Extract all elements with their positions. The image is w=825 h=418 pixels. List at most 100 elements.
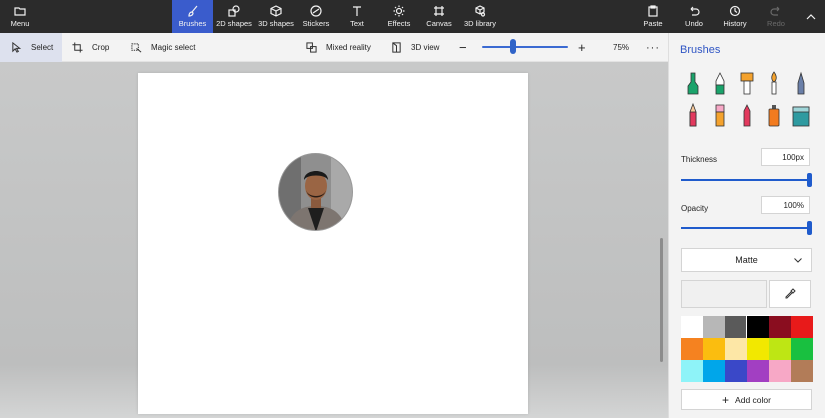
drawing-canvas[interactable] [138, 73, 528, 414]
select-button[interactable]: Select [0, 33, 62, 62]
color-swatch[interactable] [791, 316, 813, 338]
tab-2d-shapes[interactable]: 2D shapes [213, 0, 255, 33]
color-swatch[interactable] [703, 360, 725, 382]
paste-label: Paste [643, 19, 663, 28]
brush-spray-can[interactable] [765, 103, 783, 127]
undo-button[interactable]: Undo [680, 0, 708, 33]
brush-eraser[interactable] [711, 103, 729, 127]
material-value: Matte [735, 255, 758, 265]
tab-stickers[interactable]: Stickers [298, 0, 334, 33]
watercolor-icon [771, 71, 777, 95]
more-options-button[interactable]: ··· [646, 33, 660, 62]
fill-bucket-icon [792, 106, 810, 127]
tab-3d-shapes[interactable]: 3D shapes [255, 0, 297, 33]
menu-label: Menu [10, 19, 30, 28]
crop-button[interactable]: Crop [72, 33, 109, 62]
folder-icon [14, 7, 26, 16]
eyedropper-button[interactable] [769, 280, 811, 308]
color-palette [681, 315, 813, 382]
plus-icon: + [578, 40, 586, 55]
person-photo-icon [279, 154, 352, 230]
color-swatch[interactable] [681, 338, 703, 360]
color-swatch[interactable] [769, 316, 791, 338]
color-swatch[interactable] [681, 360, 703, 382]
paste-icon [648, 5, 658, 17]
zoom-out-button[interactable]: − [459, 33, 467, 62]
color-swatch[interactable] [791, 360, 813, 382]
color-swatch[interactable] [725, 316, 747, 338]
menu-button[interactable]: Menu [6, 0, 34, 33]
thickness-slider-thumb[interactable] [807, 173, 812, 187]
add-color-button[interactable]: + Add color [681, 389, 812, 410]
undo-icon [690, 6, 700, 16]
eyedropper-icon [785, 288, 796, 299]
crop-icon [72, 42, 83, 53]
minus-icon: − [459, 40, 467, 55]
tab-canvas[interactable]: Canvas [422, 0, 456, 33]
color-swatch[interactable] [703, 338, 725, 360]
opacity-slider-track[interactable] [681, 227, 809, 229]
color-swatch[interactable] [747, 360, 769, 382]
redo-button[interactable]: Redo [763, 0, 789, 33]
tab-label: 3D shapes [258, 19, 294, 28]
color-swatch[interactable] [681, 316, 703, 338]
color-swatch[interactable] [725, 338, 747, 360]
brush-watercolor[interactable] [765, 71, 783, 95]
magic-select-button[interactable]: Magic select [131, 33, 195, 62]
thickness-input[interactable]: 100px [761, 148, 810, 166]
history-label: History [723, 19, 747, 28]
collapse-panel-button[interactable] [800, 0, 822, 33]
color-swatch[interactable] [791, 338, 813, 360]
zoom-slider-track[interactable] [482, 46, 568, 48]
brush-fill[interactable] [791, 103, 811, 127]
opacity-input[interactable]: 100% [761, 196, 810, 214]
history-button[interactable]: History [719, 0, 751, 33]
tab-effects[interactable]: Effects [382, 0, 416, 33]
more-icon: ··· [646, 41, 660, 54]
pixel-pen-icon [797, 71, 805, 95]
color-swatch[interactable] [703, 316, 725, 338]
brush-oil[interactable] [738, 71, 756, 95]
brush-pencil[interactable] [684, 102, 702, 127]
add-color-label: Add color [735, 394, 771, 405]
vertical-scrollbar[interactable] [660, 238, 663, 362]
tab-text[interactable]: Text [340, 0, 374, 33]
thickness-slider-track[interactable] [681, 179, 809, 181]
workspace [0, 62, 668, 418]
tab-brushes[interactable]: Brushes [172, 0, 213, 33]
redo-icon [770, 6, 780, 16]
opacity-slider-thumb[interactable] [807, 221, 812, 235]
zoom-slider-thumb[interactable] [509, 39, 516, 54]
brush-icon [187, 5, 197, 17]
oil-brush-icon [740, 72, 754, 95]
text-icon [353, 6, 361, 16]
current-color-preview [681, 280, 767, 308]
brush-marker[interactable] [684, 71, 702, 95]
mixed-reality-button[interactable]: Mixed reality [306, 33, 371, 62]
paste-button[interactable]: Paste [639, 0, 667, 33]
color-swatch[interactable] [725, 360, 747, 382]
tab-3d-library[interactable]: 3D library [461, 0, 499, 33]
redo-label: Redo [767, 19, 785, 28]
eraser-icon [715, 104, 725, 127]
brush-crayon[interactable] [738, 103, 756, 127]
color-swatch[interactable] [769, 360, 791, 382]
color-swatch[interactable] [746, 315, 770, 339]
chevron-up-icon [806, 13, 816, 19]
color-swatch[interactable] [747, 338, 769, 360]
top-toolbar: Menu Brushes 2D shapes 3D shapes Sticker… [0, 0, 825, 33]
brush-calligraphy-pen[interactable] [711, 71, 729, 95]
effects-icon [393, 5, 405, 17]
zoom-in-button[interactable]: + [578, 33, 586, 62]
3d-view-button[interactable]: 3D view [391, 33, 439, 62]
2d-shapes-icon [228, 5, 240, 17]
material-dropdown[interactable]: Matte [681, 248, 812, 272]
brushes-panel: Brushes Thickness 100px Opacity 100% Mat… [668, 33, 825, 418]
plus-icon: + [722, 392, 730, 407]
brush-pixel-pen[interactable] [792, 71, 810, 95]
profile-photo[interactable] [278, 153, 353, 231]
magic-select-icon [131, 43, 142, 53]
calligraphy-pen-icon [715, 72, 725, 95]
color-swatch[interactable] [769, 338, 791, 360]
magic-select-label: Magic select [151, 43, 196, 52]
